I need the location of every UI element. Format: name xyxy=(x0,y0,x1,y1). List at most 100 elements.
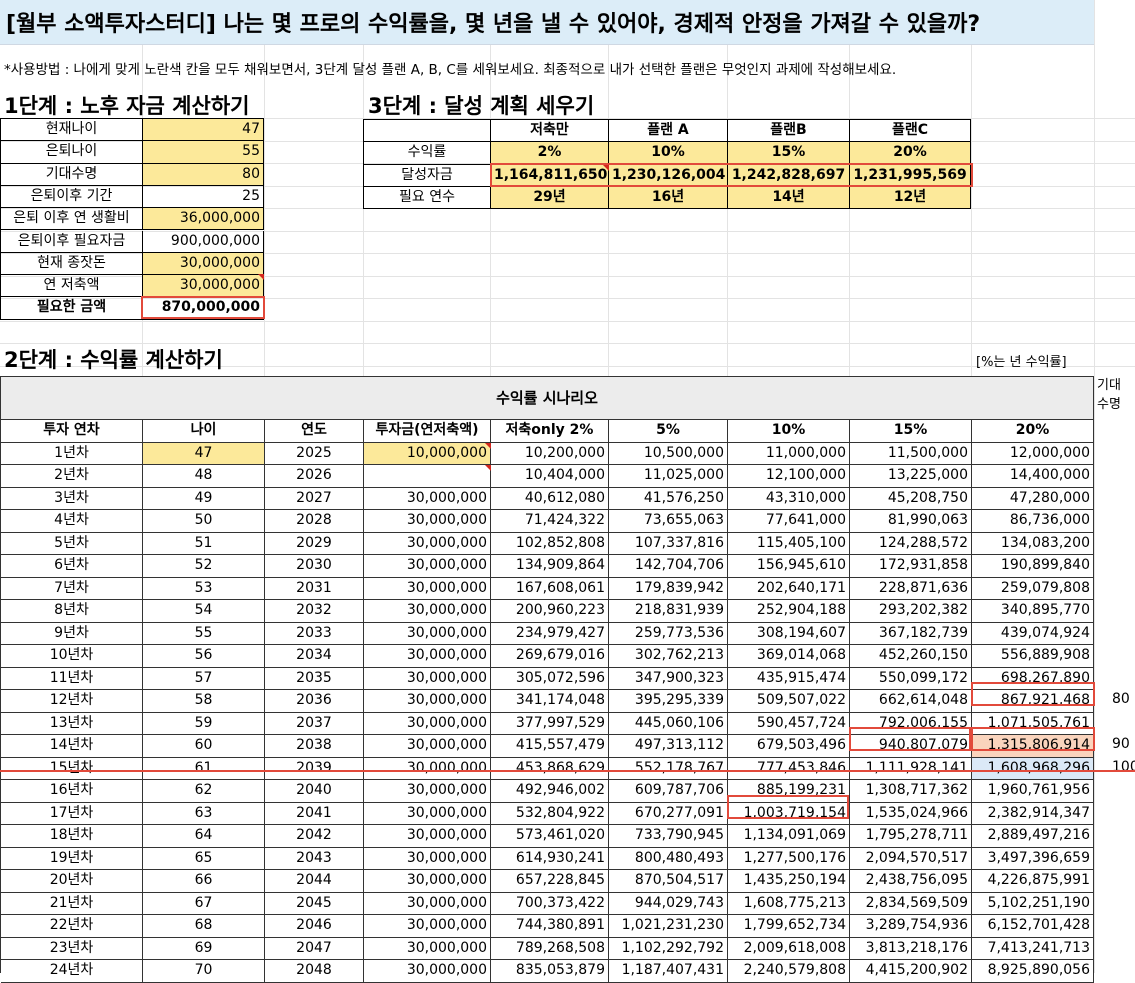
step1-label-3[interactable]: 은퇴이후 기간 xyxy=(1,185,143,209)
step2-cell-10-2[interactable]: 2035 xyxy=(265,667,364,690)
step2-cell-1-0[interactable]: 2년차 xyxy=(1,465,143,488)
step3-row-label-1[interactable]: 달성자금 xyxy=(364,164,491,187)
step2-cell-19-6[interactable]: 1,435,250,194 xyxy=(728,870,850,893)
step2-cell-8-0[interactable]: 9년차 xyxy=(1,622,143,645)
step2-cell-8-8[interactable]: 439,074,924 xyxy=(972,622,1094,645)
step2-cell-2-3[interactable]: 30,000,000 xyxy=(364,487,491,510)
step2-cell-23-8[interactable]: 8,925,890,056 xyxy=(972,960,1094,983)
step2-cell-22-0[interactable]: 23년차 xyxy=(1,937,143,960)
step2-cell-18-6[interactable]: 1,277,500,176 xyxy=(728,847,850,870)
step2-cell-5-0[interactable]: 6년차 xyxy=(1,555,143,578)
step2-cell-2-0[interactable]: 3년차 xyxy=(1,487,143,510)
step2-cell-9-1[interactable]: 56 xyxy=(143,645,265,668)
step2-cell-18-0[interactable]: 19년차 xyxy=(1,847,143,870)
step2-cell-5-7[interactable]: 172,931,858 xyxy=(850,555,972,578)
step2-cell-21-5[interactable]: 1,021,231,230 xyxy=(609,915,728,938)
step2-cell-5-6[interactable]: 156,945,610 xyxy=(728,555,850,578)
step2-cell-23-4[interactable]: 835,053,879 xyxy=(491,960,609,983)
step2-col-5[interactable]: 5% xyxy=(609,420,728,443)
step2-cell-10-5[interactable]: 347,900,323 xyxy=(609,667,728,690)
step2-cell-14-5[interactable]: 552,178,767 xyxy=(609,757,728,780)
step3-cell-0-2[interactable]: 15% xyxy=(728,142,850,165)
step2-cell-23-5[interactable]: 1,187,407,431 xyxy=(609,960,728,983)
step2-cell-13-5[interactable]: 497,313,112 xyxy=(609,735,728,758)
step2-cell-21-4[interactable]: 744,380,891 xyxy=(491,915,609,938)
step2-cell-22-4[interactable]: 789,268,508 xyxy=(491,937,609,960)
step2-cell-3-1[interactable]: 50 xyxy=(143,510,265,533)
step2-cell-8-5[interactable]: 259,773,536 xyxy=(609,622,728,645)
step3-corner[interactable] xyxy=(364,120,491,143)
step2-cell-18-2[interactable]: 2043 xyxy=(265,847,364,870)
step2-cell-16-8[interactable]: 2,382,914,347 xyxy=(972,802,1094,825)
step2-cell-3-8[interactable]: 86,736,000 xyxy=(972,510,1094,533)
step2-cell-0-8[interactable]: 12,000,000 xyxy=(972,442,1094,465)
step2-cell-7-3[interactable]: 30,000,000 xyxy=(364,600,491,623)
step2-cell-20-5[interactable]: 944,029,743 xyxy=(609,892,728,915)
step2-cell-19-4[interactable]: 657,228,845 xyxy=(491,870,609,893)
step2-cell-14-8[interactable]: 1,608,968,296 xyxy=(972,757,1094,780)
step2-cell-4-5[interactable]: 107,337,816 xyxy=(609,532,728,555)
step2-cell-17-7[interactable]: 1,795,278,711 xyxy=(850,825,972,848)
step3-cell-0-0[interactable]: 2% xyxy=(491,142,609,165)
step2-cell-9-5[interactable]: 302,762,213 xyxy=(609,645,728,668)
step1-label-6[interactable]: 현재 종잣돈 xyxy=(1,252,143,276)
step2-cell-14-7[interactable]: 1,111,928,141 xyxy=(850,757,972,780)
step2-cell-6-7[interactable]: 228,871,636 xyxy=(850,577,972,600)
step2-cell-15-2[interactable]: 2040 xyxy=(265,780,364,803)
step2-cell-14-3[interactable]: 30,000,000 xyxy=(364,757,491,780)
step2-cell-2-2[interactable]: 2027 xyxy=(265,487,364,510)
step2-cell-3-0[interactable]: 4년차 xyxy=(1,510,143,533)
step2-cell-23-0[interactable]: 24년차 xyxy=(1,960,143,983)
step2-cell-1-3[interactable] xyxy=(364,465,491,488)
step2-cell-9-0[interactable]: 10년차 xyxy=(1,645,143,668)
step2-cell-10-8[interactable]: 698,267,890 xyxy=(972,667,1094,690)
step2-cell-18-3[interactable]: 30,000,000 xyxy=(364,847,491,870)
step2-cell-15-8[interactable]: 1,960,761,956 xyxy=(972,780,1094,803)
step2-col-3[interactable]: 투자금(연저축액) xyxy=(364,420,491,443)
step2-cell-9-7[interactable]: 452,260,150 xyxy=(850,645,972,668)
step1-value-7[interactable]: 30,000,000 xyxy=(143,275,264,298)
step3-col-3[interactable]: 플랜C xyxy=(850,120,971,143)
step2-cell-17-8[interactable]: 2,889,497,216 xyxy=(972,825,1094,848)
step2-cell-10-0[interactable]: 11년차 xyxy=(1,667,143,690)
step2-cell-21-0[interactable]: 22년차 xyxy=(1,915,143,938)
step2-cell-22-3[interactable]: 30,000,000 xyxy=(364,937,491,960)
step2-cell-0-0[interactable]: 1년차 xyxy=(1,442,143,465)
step2-cell-5-1[interactable]: 52 xyxy=(143,555,265,578)
step2-cell-15-3[interactable]: 30,000,000 xyxy=(364,780,491,803)
step2-col-6[interactable]: 10% xyxy=(728,420,850,443)
step2-cell-6-1[interactable]: 53 xyxy=(143,577,265,600)
step2-cell-17-6[interactable]: 1,134,091,069 xyxy=(728,825,850,848)
step2-cell-8-6[interactable]: 308,194,607 xyxy=(728,622,850,645)
step2-cell-1-7[interactable]: 13,225,000 xyxy=(850,465,972,488)
step2-cell-14-4[interactable]: 453,868,629 xyxy=(491,757,609,780)
step2-col-0[interactable]: 투자 연차 xyxy=(1,420,143,443)
step2-cell-17-2[interactable]: 2042 xyxy=(265,825,364,848)
step2-cell-11-6[interactable]: 509,507,022 xyxy=(728,690,850,713)
step1-label-2[interactable]: 기대수명 xyxy=(1,163,143,186)
step2-cell-2-1[interactable]: 49 xyxy=(143,487,265,510)
step2-col-1[interactable]: 나이 xyxy=(143,420,265,443)
step2-cell-3-5[interactable]: 73,655,063 xyxy=(609,510,728,533)
step2-cell-16-6[interactable]: 1,003,719,154 xyxy=(728,802,850,825)
step2-cell-16-3[interactable]: 30,000,000 xyxy=(364,802,491,825)
step3-col-0[interactable]: 저축만 xyxy=(491,120,609,143)
step2-cell-18-8[interactable]: 3,497,396,659 xyxy=(972,847,1094,870)
step2-cell-16-5[interactable]: 670,277,091 xyxy=(609,802,728,825)
step1-value-2[interactable]: 80 xyxy=(143,163,264,186)
step2-cell-21-2[interactable]: 2046 xyxy=(265,915,364,938)
step2-cell-19-7[interactable]: 2,438,756,095 xyxy=(850,870,972,893)
step2-cell-5-5[interactable]: 142,704,706 xyxy=(609,555,728,578)
step2-cell-17-0[interactable]: 18년차 xyxy=(1,825,143,848)
step1-value-1[interactable]: 55 xyxy=(143,141,264,164)
step2-cell-11-8[interactable]: 867,921,468 xyxy=(972,690,1094,713)
step2-cell-0-3[interactable]: 10,000,000 xyxy=(364,442,491,465)
step1-value-0[interactable]: 47 xyxy=(143,119,264,142)
step2-cell-22-5[interactable]: 1,102,292,792 xyxy=(609,937,728,960)
step2-cell-19-2[interactable]: 2044 xyxy=(265,870,364,893)
step2-cell-21-6[interactable]: 1,799,652,734 xyxy=(728,915,850,938)
step3-col-1[interactable]: 플랜 A xyxy=(609,120,728,143)
step2-cell-22-8[interactable]: 7,413,241,713 xyxy=(972,937,1094,960)
step2-cell-23-2[interactable]: 2048 xyxy=(265,960,364,983)
step2-cell-2-5[interactable]: 41,576,250 xyxy=(609,487,728,510)
